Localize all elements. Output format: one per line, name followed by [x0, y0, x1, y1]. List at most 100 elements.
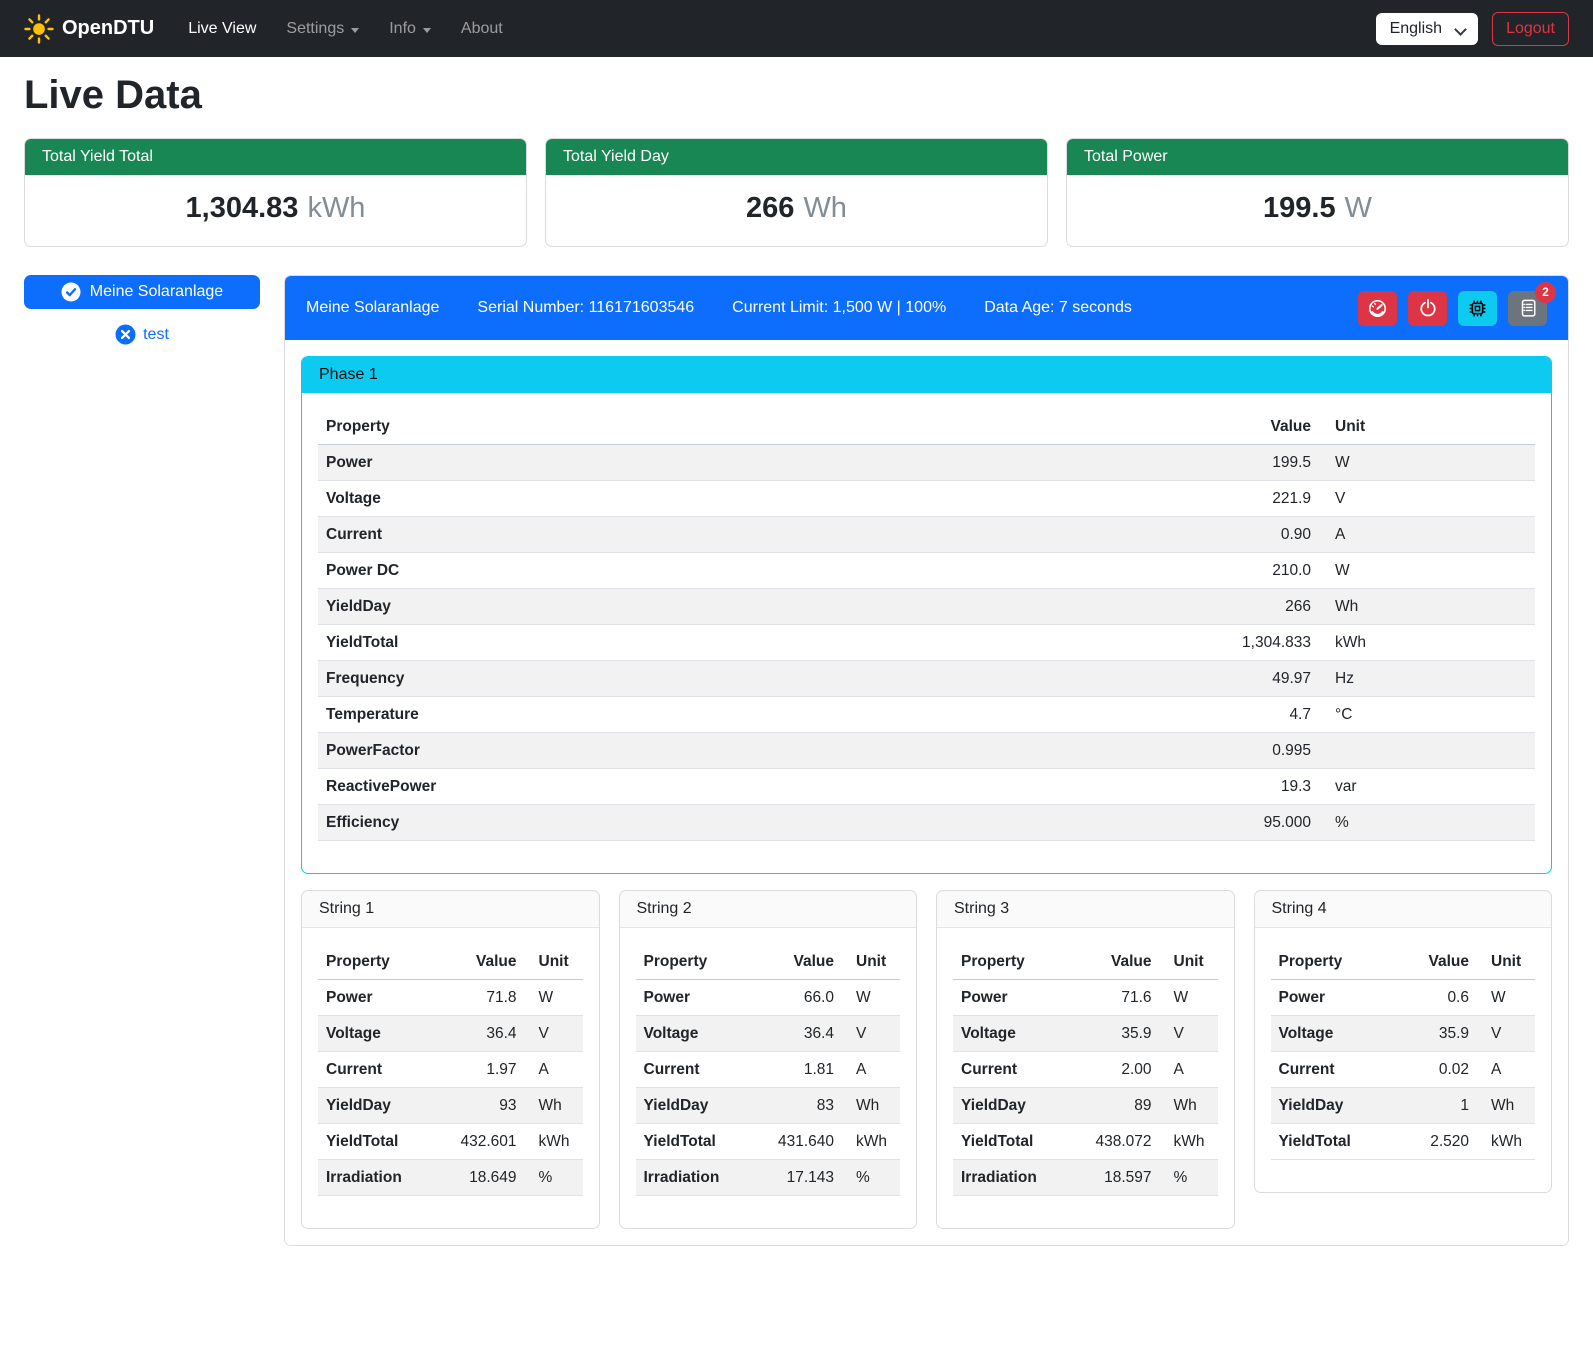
- string-title: String 4: [1255, 891, 1552, 928]
- row-unit: Wh: [842, 1088, 900, 1124]
- string-1-table: Property Value Unit Power 71.8 W: [318, 944, 583, 1196]
- table-row: Current 0.02 A: [1271, 1052, 1536, 1088]
- row-property: Current: [318, 1052, 437, 1088]
- row-unit: W: [525, 980, 583, 1016]
- row-unit: A: [842, 1052, 900, 1088]
- row-property: YieldDay: [318, 589, 1204, 625]
- row-property: YieldTotal: [318, 625, 1204, 661]
- table-row: Power DC 210.0 W: [318, 553, 1535, 589]
- table-row: Frequency 49.97 Hz: [318, 661, 1535, 697]
- x-circle-icon: [115, 324, 136, 345]
- table-row: Temperature 4.7 °C: [318, 697, 1535, 733]
- limit-settings-button[interactable]: [1358, 291, 1397, 326]
- row-property: PowerFactor: [318, 733, 1204, 769]
- table-row: PowerFactor 0.995: [318, 733, 1535, 769]
- event-count-badge: 2: [1535, 282, 1556, 303]
- row-unit: Wh: [1477, 1088, 1535, 1124]
- brand-logo[interactable]: OpenDTU: [24, 14, 154, 44]
- row-value: 1.97: [437, 1052, 525, 1088]
- strings-row: String 1 Property Value Unit: [301, 890, 1552, 1229]
- col-header-unit: Unit: [1160, 944, 1218, 980]
- logout-button[interactable]: Logout: [1492, 12, 1569, 46]
- row-property: Voltage: [318, 481, 1204, 517]
- row-value: 210.0: [1204, 553, 1319, 589]
- table-row: Power 71.6 W: [953, 980, 1218, 1016]
- language-select[interactable]: English: [1376, 13, 1478, 45]
- row-property: Frequency: [318, 661, 1204, 697]
- table-row: Power 199.5 W: [318, 445, 1535, 481]
- card-unit: Wh: [803, 192, 847, 225]
- inverter-button-selected[interactable]: Meine Solaranlage: [24, 275, 260, 309]
- row-value: 18.649: [437, 1160, 525, 1196]
- inverter-panel: Meine Solaranlage Serial Number: 1161716…: [284, 275, 1569, 1246]
- col-header-property: Property: [318, 409, 1204, 445]
- row-unit: %: [1319, 805, 1535, 841]
- row-unit: V: [1319, 481, 1535, 517]
- inverter-data-age: Data Age: 7 seconds: [984, 299, 1132, 317]
- card-value: 1,304.83: [186, 192, 299, 225]
- row-property: YieldDay: [953, 1088, 1072, 1124]
- row-unit: A: [525, 1052, 583, 1088]
- string-title: String 3: [937, 891, 1234, 928]
- row-property: Power DC: [318, 553, 1204, 589]
- row-property: YieldTotal: [636, 1124, 755, 1160]
- table-row: Current 0.90 A: [318, 517, 1535, 553]
- string-4-card: String 4 Property Value Unit: [1254, 890, 1553, 1193]
- nav-item-info[interactable]: Info: [389, 20, 431, 38]
- table-row: YieldDay 266 Wh: [318, 589, 1535, 625]
- inverter-name: Meine Solaranlage: [306, 299, 439, 317]
- row-value: 95.000: [1204, 805, 1319, 841]
- row-value: 35.9: [1072, 1016, 1160, 1052]
- table-row: Efficiency 95.000 %: [318, 805, 1535, 841]
- table-row: Irradiation 18.649 %: [318, 1160, 583, 1196]
- row-property: YieldDay: [318, 1088, 437, 1124]
- row-property: Voltage: [318, 1016, 437, 1052]
- power-settings-button[interactable]: [1408, 291, 1447, 326]
- chevron-down-icon: [351, 28, 359, 33]
- row-property: Current: [636, 1052, 755, 1088]
- row-value: 1.81: [754, 1052, 842, 1088]
- table-row: YieldTotal 432.601 kWh: [318, 1124, 583, 1160]
- row-property: Voltage: [953, 1016, 1072, 1052]
- top-navbar: OpenDTU Live View Settings Info About En…: [0, 0, 1593, 57]
- row-property: Voltage: [1271, 1016, 1390, 1052]
- row-unit: [1319, 733, 1535, 769]
- device-info-button[interactable]: [1458, 291, 1497, 326]
- row-value: 17.143: [754, 1160, 842, 1196]
- row-unit: %: [842, 1160, 900, 1196]
- row-property: Power: [636, 980, 755, 1016]
- col-header-value: Value: [1072, 944, 1160, 980]
- col-header-value: Value: [1389, 944, 1477, 980]
- string-2-table: Property Value Unit Power 66.0 W: [636, 944, 901, 1196]
- row-value: 221.9: [1204, 481, 1319, 517]
- nav-item-about[interactable]: About: [461, 20, 503, 38]
- row-property: YieldDay: [636, 1088, 755, 1124]
- inverter-button-test[interactable]: test: [24, 324, 260, 345]
- event-log-button[interactable]: 2: [1508, 291, 1547, 326]
- row-unit: Wh: [1319, 589, 1535, 625]
- nav-item-live-view[interactable]: Live View: [188, 20, 256, 38]
- row-unit: W: [1160, 980, 1218, 1016]
- col-header-unit: Unit: [842, 944, 900, 980]
- row-property: Power: [318, 445, 1204, 481]
- row-unit: kWh: [1160, 1124, 1218, 1160]
- chevron-down-icon: [423, 28, 431, 33]
- row-value: 199.5: [1204, 445, 1319, 481]
- table-row: Irradiation 18.597 %: [953, 1160, 1218, 1196]
- string-2-card: String 2 Property Value Unit: [619, 890, 918, 1229]
- row-value: 0.02: [1389, 1052, 1477, 1088]
- power-icon: [1418, 298, 1438, 318]
- table-row: YieldTotal 431.640 kWh: [636, 1124, 901, 1160]
- nav-item-settings[interactable]: Settings: [286, 20, 359, 38]
- row-property: Irradiation: [953, 1160, 1072, 1196]
- row-value: 35.9: [1389, 1016, 1477, 1052]
- row-property: Irradiation: [318, 1160, 437, 1196]
- table-row: Power 71.8 W: [318, 980, 583, 1016]
- row-unit: V: [842, 1016, 900, 1052]
- row-unit: %: [1160, 1160, 1218, 1196]
- row-value: 89: [1072, 1088, 1160, 1124]
- nav-links: Live View Settings Info About: [188, 20, 503, 38]
- inverter-panel-header: Meine Solaranlage Serial Number: 1161716…: [285, 276, 1568, 340]
- sun-icon: [24, 14, 54, 44]
- row-property: Current: [1271, 1052, 1390, 1088]
